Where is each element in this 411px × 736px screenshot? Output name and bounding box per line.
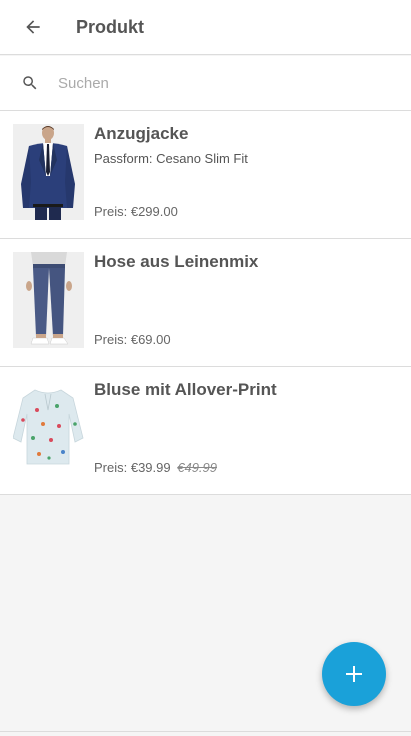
add-button[interactable] [322,642,386,706]
product-price: Preis: €299.00 [94,204,178,219]
product-subtitle: Passform: Cesano Slim Fit [94,151,248,166]
back-button[interactable] [21,15,45,39]
product-price: Preis: €69.00 [94,332,171,347]
page-title: Produkt [76,16,145,37]
blouse-photo [13,380,84,476]
trousers-photo [13,252,84,348]
product-price-row: Preis: €39.99 €49.99 [94,460,217,475]
suit-jacket-photo [13,124,84,220]
product-title: Hose aus Leinenmix [94,252,259,271]
product-title: Anzugjacke [94,124,189,143]
app-bar: Produkt [0,0,411,55]
search-bar [0,56,411,111]
product-title: Bluse mit Allover-Print [94,380,277,399]
product-old-price: €49.99 [177,460,217,475]
product-list: Anzugjacke Passform: Cesano Slim Fit Pre… [0,111,411,495]
arrow-back-icon [26,20,40,34]
product-price: Preis: €39.99 [94,460,171,475]
plus-icon [346,666,362,682]
list-item-hose[interactable]: Hose aus Leinenmix Preis: €69.00 [0,239,411,367]
screen: Produkt Suchen Anzugjacke Passform: Cesa… [0,0,411,736]
search-icon [21,74,39,92]
list-item-bluse[interactable]: Bluse mit Allover-Print Preis: €39.99 €4… [0,367,411,495]
search-input[interactable] [58,74,378,92]
list-item-anzugjacke[interactable]: Anzugjacke Passform: Cesano Slim Fit Pre… [0,111,411,239]
divider [0,731,411,732]
